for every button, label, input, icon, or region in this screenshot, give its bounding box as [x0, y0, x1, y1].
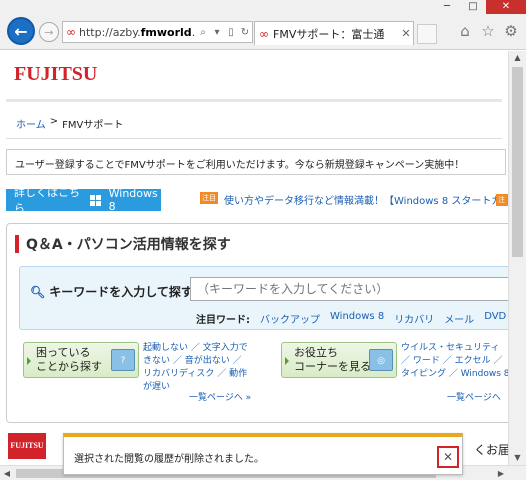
news-item[interactable]: 注目 使い方やデータ移行など情報満載！【Windows 8 スタートガイド】: [200, 192, 508, 207]
featured-badge: 注目: [200, 192, 218, 204]
breadcrumb-divider: [6, 138, 502, 139]
arrow-left-icon: ←: [14, 21, 28, 41]
minimize-button[interactable]: ─: [434, 0, 460, 14]
details-label: 詳しくはこちら: [14, 186, 80, 215]
tab-fmv-support[interactable]: ∞ FMVサポート：富士通 ✕: [254, 21, 414, 45]
browser-tools: ⌂ ☆ ⚙: [456, 22, 520, 40]
troubleshoot-button[interactable]: 困っている ことから探す ?: [23, 342, 139, 378]
scroll-right-icon[interactable]: ▶: [494, 466, 508, 480]
useful-corner-button[interactable]: お役立ち コーナーを見る ◎: [281, 342, 397, 378]
arrow-right-icon: →: [44, 25, 54, 39]
hot-word-link[interactable]: リカバリ: [394, 311, 434, 326]
scroll-up-icon[interactable]: ▲: [509, 51, 526, 65]
star-icon[interactable]: ☆: [479, 22, 497, 40]
gear-icon[interactable]: ⚙: [502, 22, 520, 40]
refresh-icon[interactable]: ↻: [238, 27, 252, 38]
url-text[interactable]: http://azby.fmworld....: [79, 26, 196, 39]
keyword-input[interactable]: [190, 277, 508, 301]
scroll-left-icon[interactable]: ◀: [0, 466, 14, 480]
search-icon: 🔍︎: [30, 284, 46, 299]
footer-fujitsu-logo[interactable]: FUJITSU: [8, 433, 46, 459]
close-icon[interactable]: ✕: [437, 446, 459, 468]
vertical-scrollbar[interactable]: ▲ ▼: [508, 51, 526, 465]
windows8-details-button[interactable]: 詳しくはこちら Windows 8: [6, 186, 161, 215]
tab-title: FMVサポート：富士通: [273, 27, 385, 41]
keyword-search-box: 🔍︎ キーワードを入力して探す 注目ワード: バックアップ Windows 8 …: [19, 266, 508, 330]
fujitsu-favicon-icon: ∞: [66, 25, 76, 39]
qa-search-panel: Q＆A・パソコン活用情報を探す 🔍︎ キーワードを入力して探す 注目ワード: バ…: [6, 223, 508, 423]
qa-heading: Q＆A・パソコン活用情報を探す: [15, 234, 231, 254]
fujitsu-logo[interactable]: FUJITSU: [14, 63, 97, 86]
window-controls: ─ □ ✕: [434, 0, 526, 14]
window-close-button[interactable]: ✕: [486, 0, 526, 14]
useful-corner-more-link[interactable]: 一覧ページへ: [447, 390, 501, 403]
hot-words-label: 注目ワード:: [196, 315, 250, 326]
search-icon[interactable]: ⌕: [196, 27, 210, 38]
notification-bar: 選択された閲覧の履歴が削除されました。 ✕: [63, 433, 463, 475]
footer-text: くお届け: [474, 443, 508, 457]
address-bar[interactable]: ∞ http://azby.fmworld.... ⌕ ▾ ▯ ↻: [62, 21, 253, 43]
featured-badge: 注目: [496, 194, 508, 214]
chevron-down-icon[interactable]: ▾: [210, 27, 224, 38]
breadcrumb: ホーム > FMVサポート: [16, 116, 123, 131]
back-button[interactable]: ←: [7, 17, 35, 45]
vertical-scroll-thumb[interactable]: [512, 67, 523, 257]
useful-corner-links[interactable]: ウイルス・セキュリティ ／ ワード ／ エクセル ／ タイピング ／ Windo…: [401, 342, 508, 381]
hot-word-link[interactable]: メール: [444, 311, 474, 326]
hot-word-link[interactable]: DVD: [484, 311, 506, 326]
heading-accent-bar: [15, 235, 19, 253]
new-tab-button[interactable]: [417, 24, 437, 44]
keyword-search-label: 🔍︎ キーワードを入力して探す: [30, 284, 193, 300]
fujitsu-favicon-icon: ∞: [259, 26, 269, 41]
help-illustration-icon: ?: [111, 349, 135, 371]
troubleshoot-more-link[interactable]: 一覧ページへ »: [189, 390, 251, 403]
breadcrumb-current: FMVサポート: [62, 120, 124, 131]
breadcrumb-home-link[interactable]: ホーム: [16, 116, 46, 131]
troubleshoot-links[interactable]: 起動しない ／ 文字入力できない ／ 音が出ない ／ リカバリディスク ／ 動作…: [143, 342, 253, 394]
windows-logo-icon: [89, 194, 101, 206]
home-icon[interactable]: ⌂: [456, 22, 474, 40]
tab-close-icon[interactable]: ✕: [399, 27, 413, 40]
hot-word-link[interactable]: Windows 8: [330, 311, 384, 326]
web-page: FUJITSU ホーム > FMVサポート ユーザー登録することでFMVサポート…: [0, 51, 508, 465]
compat-view-icon[interactable]: ▯: [224, 27, 238, 38]
windows8-label: Windows 8: [108, 187, 158, 213]
browser-chrome: ─ □ ✕ ← → ∞ http://azby.fmworld.... ⌕ ▾ …: [0, 0, 526, 50]
registration-notice[interactable]: ユーザー登録することでFMVサポートをご利用いただけます。今なら新規登録キャンペ…: [6, 149, 506, 175]
magnifier-illustration-icon: ◎: [369, 349, 393, 371]
hot-words: 注目ワード: バックアップ Windows 8 リカバリ メール DVD CD …: [196, 311, 508, 326]
maximize-button[interactable]: □: [460, 0, 486, 14]
header-divider: [6, 99, 502, 102]
hot-word-link[interactable]: バックアップ: [260, 311, 320, 326]
news-link[interactable]: 使い方やデータ移行など情報満載！【Windows 8 スタートガイド】: [224, 192, 508, 207]
forward-button[interactable]: →: [39, 22, 59, 42]
scroll-down-icon[interactable]: ▼: [509, 451, 526, 465]
notification-message: 選択された閲覧の履歴が削除されました。: [74, 454, 264, 465]
qa-heading-text: Q＆A・パソコン活用情報を探す: [26, 237, 231, 253]
breadcrumb-separator: >: [49, 116, 59, 127]
